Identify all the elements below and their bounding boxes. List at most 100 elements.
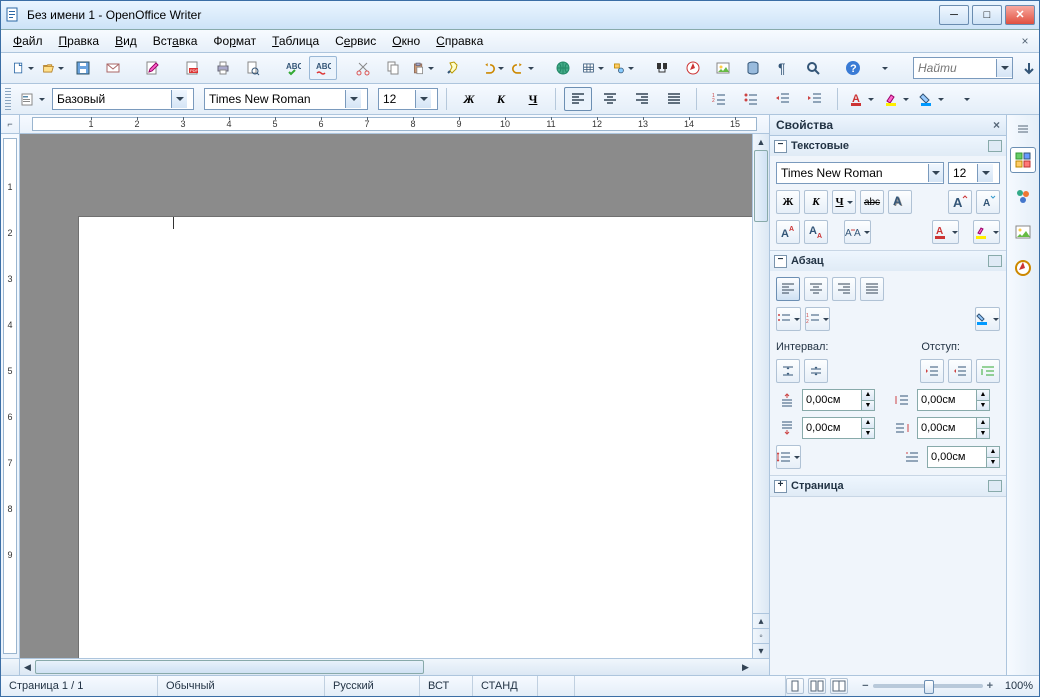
sb-dec-spacing-button[interactable] [804, 359, 828, 383]
underline-button[interactable]: Ч [519, 87, 547, 111]
spacing-above-input[interactable]: ▲▼ [802, 389, 875, 411]
menu-insert[interactable]: Вставка [147, 32, 204, 50]
sb-spacing-button[interactable]: AA [844, 220, 871, 244]
vertical-scrollbar[interactable]: ▲ ▴ ◦ ▾ [752, 134, 769, 658]
page-panel-header[interactable]: + Страница [770, 476, 1006, 496]
text-panel-header[interactable]: − Текстовые [770, 136, 1006, 156]
table-button[interactable] [579, 56, 607, 80]
spin-down[interactable]: ▼ [861, 401, 874, 411]
para-panel-more-icon[interactable] [988, 255, 1002, 267]
tab-styles[interactable] [1010, 183, 1036, 209]
sb-inc-indent-button[interactable] [920, 359, 944, 383]
collapse-icon[interactable]: − [774, 140, 787, 153]
zoom-knob[interactable] [924, 680, 934, 694]
undo-button[interactable] [479, 56, 507, 80]
size-dropdown-arrow[interactable] [415, 90, 431, 108]
sb-font-combo[interactable] [776, 162, 944, 184]
tab-properties[interactable] [1010, 147, 1036, 173]
horizontal-ruler[interactable]: ⌐ 123456789101112131415 [1, 115, 769, 134]
status-lang[interactable]: Русский [325, 676, 420, 696]
italic-button[interactable]: К [487, 87, 515, 111]
status-page[interactable]: Страница 1 / 1 [1, 676, 158, 696]
indent-left-input[interactable]: ▲▼ [917, 389, 990, 411]
menu-format[interactable]: Формат [207, 32, 262, 50]
sb-grow-font-button[interactable]: A [948, 190, 972, 214]
font-name-input[interactable] [209, 92, 345, 106]
status-style[interactable]: Обычный [158, 676, 325, 696]
sb-highlight-button[interactable] [973, 220, 1000, 244]
sb-align-justify[interactable] [860, 277, 884, 301]
spin-down[interactable]: ▼ [986, 458, 999, 468]
sb-shrink-font-button[interactable]: A [976, 190, 1000, 214]
line-spacing-button[interactable] [776, 445, 801, 469]
sb-shadow-button[interactable]: AA [888, 190, 912, 214]
edit-button[interactable] [139, 56, 167, 80]
spin-up[interactable]: ▲ [861, 418, 874, 429]
sb-bold-button[interactable]: Ж [776, 190, 800, 214]
nav-select-button[interactable]: ◦ [753, 628, 769, 643]
align-justify-button[interactable] [660, 87, 688, 111]
sb-align-right[interactable] [832, 277, 856, 301]
font-dropdown-arrow[interactable] [345, 90, 361, 108]
find-button[interactable] [649, 56, 677, 80]
gallery-button[interactable] [709, 56, 737, 80]
preview-button[interactable] [239, 56, 267, 80]
collapse-icon[interactable]: − [774, 255, 787, 268]
find-combo[interactable] [913, 57, 1013, 79]
sb-strike-button[interactable]: abc [860, 190, 884, 214]
sb-numbers-button[interactable]: 12 [805, 307, 830, 331]
print-button[interactable] [209, 56, 237, 80]
paste-button[interactable] [409, 56, 437, 80]
expand-icon[interactable]: + [774, 480, 787, 493]
indent-right-input[interactable]: ▲▼ [917, 417, 990, 439]
sb-size-arrow[interactable] [977, 164, 993, 182]
spin-up[interactable]: ▲ [976, 390, 989, 401]
status-insmode[interactable]: ВСТ [420, 676, 473, 696]
spacing-below-input[interactable]: ▲▼ [802, 417, 875, 439]
font-size-combo[interactable] [378, 88, 438, 110]
help-button[interactable]: ? [839, 56, 867, 80]
styles-button[interactable] [17, 87, 48, 111]
indent-first-input[interactable]: ▲▼ [927, 446, 1000, 468]
zoom-button[interactable] [799, 56, 827, 80]
font-name-combo[interactable] [204, 88, 368, 110]
sb-sub-button[interactable]: AA [804, 220, 828, 244]
scroll-left-arrow[interactable]: ◀ [20, 659, 35, 675]
hruler-track[interactable]: 123456789101112131415 [32, 117, 757, 131]
zoom-out-icon[interactable]: − [862, 680, 868, 692]
zoom-slider[interactable] [873, 684, 983, 688]
spin-down[interactable]: ▼ [976, 401, 989, 411]
fmt-overflow[interactable] [951, 87, 979, 111]
new-document-button[interactable] [9, 56, 37, 80]
find-dropdown-arrow[interactable] [996, 59, 1012, 77]
horizontal-scrollbar[interactable]: ◀ ▶ [1, 658, 769, 675]
indent-right-field[interactable] [918, 418, 976, 438]
view-multi-page-button[interactable] [808, 678, 826, 694]
menu-edit[interactable]: Правка [53, 32, 106, 50]
sb-super-button[interactable]: AA [776, 220, 800, 244]
close-button[interactable]: ✕ [1005, 5, 1035, 25]
status-selmode[interactable]: СТАНД [473, 676, 538, 696]
sb-font-input[interactable] [781, 166, 928, 180]
sb-underline-button[interactable]: Ч [832, 190, 856, 214]
align-center-button[interactable] [596, 87, 624, 111]
sb-align-center[interactable] [804, 277, 828, 301]
maximize-button[interactable]: □ [972, 5, 1002, 25]
bgcolor-button[interactable] [916, 87, 947, 111]
paragraph-style-combo[interactable] [52, 88, 194, 110]
bold-button[interactable]: Ж [455, 87, 483, 111]
sb-italic-button[interactable]: К [804, 190, 828, 214]
toolbar-overflow[interactable] [869, 56, 897, 80]
zoom-in-icon[interactable]: + [987, 680, 993, 692]
page-panel-more-icon[interactable] [988, 480, 1002, 492]
format-paint-button[interactable] [439, 56, 467, 80]
save-button[interactable] [69, 56, 97, 80]
sb-align-left[interactable] [776, 277, 800, 301]
decrease-indent-button[interactable] [769, 87, 797, 111]
hscroll-thumb[interactable] [35, 660, 424, 674]
sb-size-combo[interactable] [948, 162, 1000, 184]
tab-navigator[interactable] [1010, 255, 1036, 281]
menu-tools[interactable]: Сервис [329, 32, 382, 50]
numbered-list-button[interactable]: 12 [705, 87, 733, 111]
prev-page-button[interactable]: ▴ [753, 613, 769, 628]
